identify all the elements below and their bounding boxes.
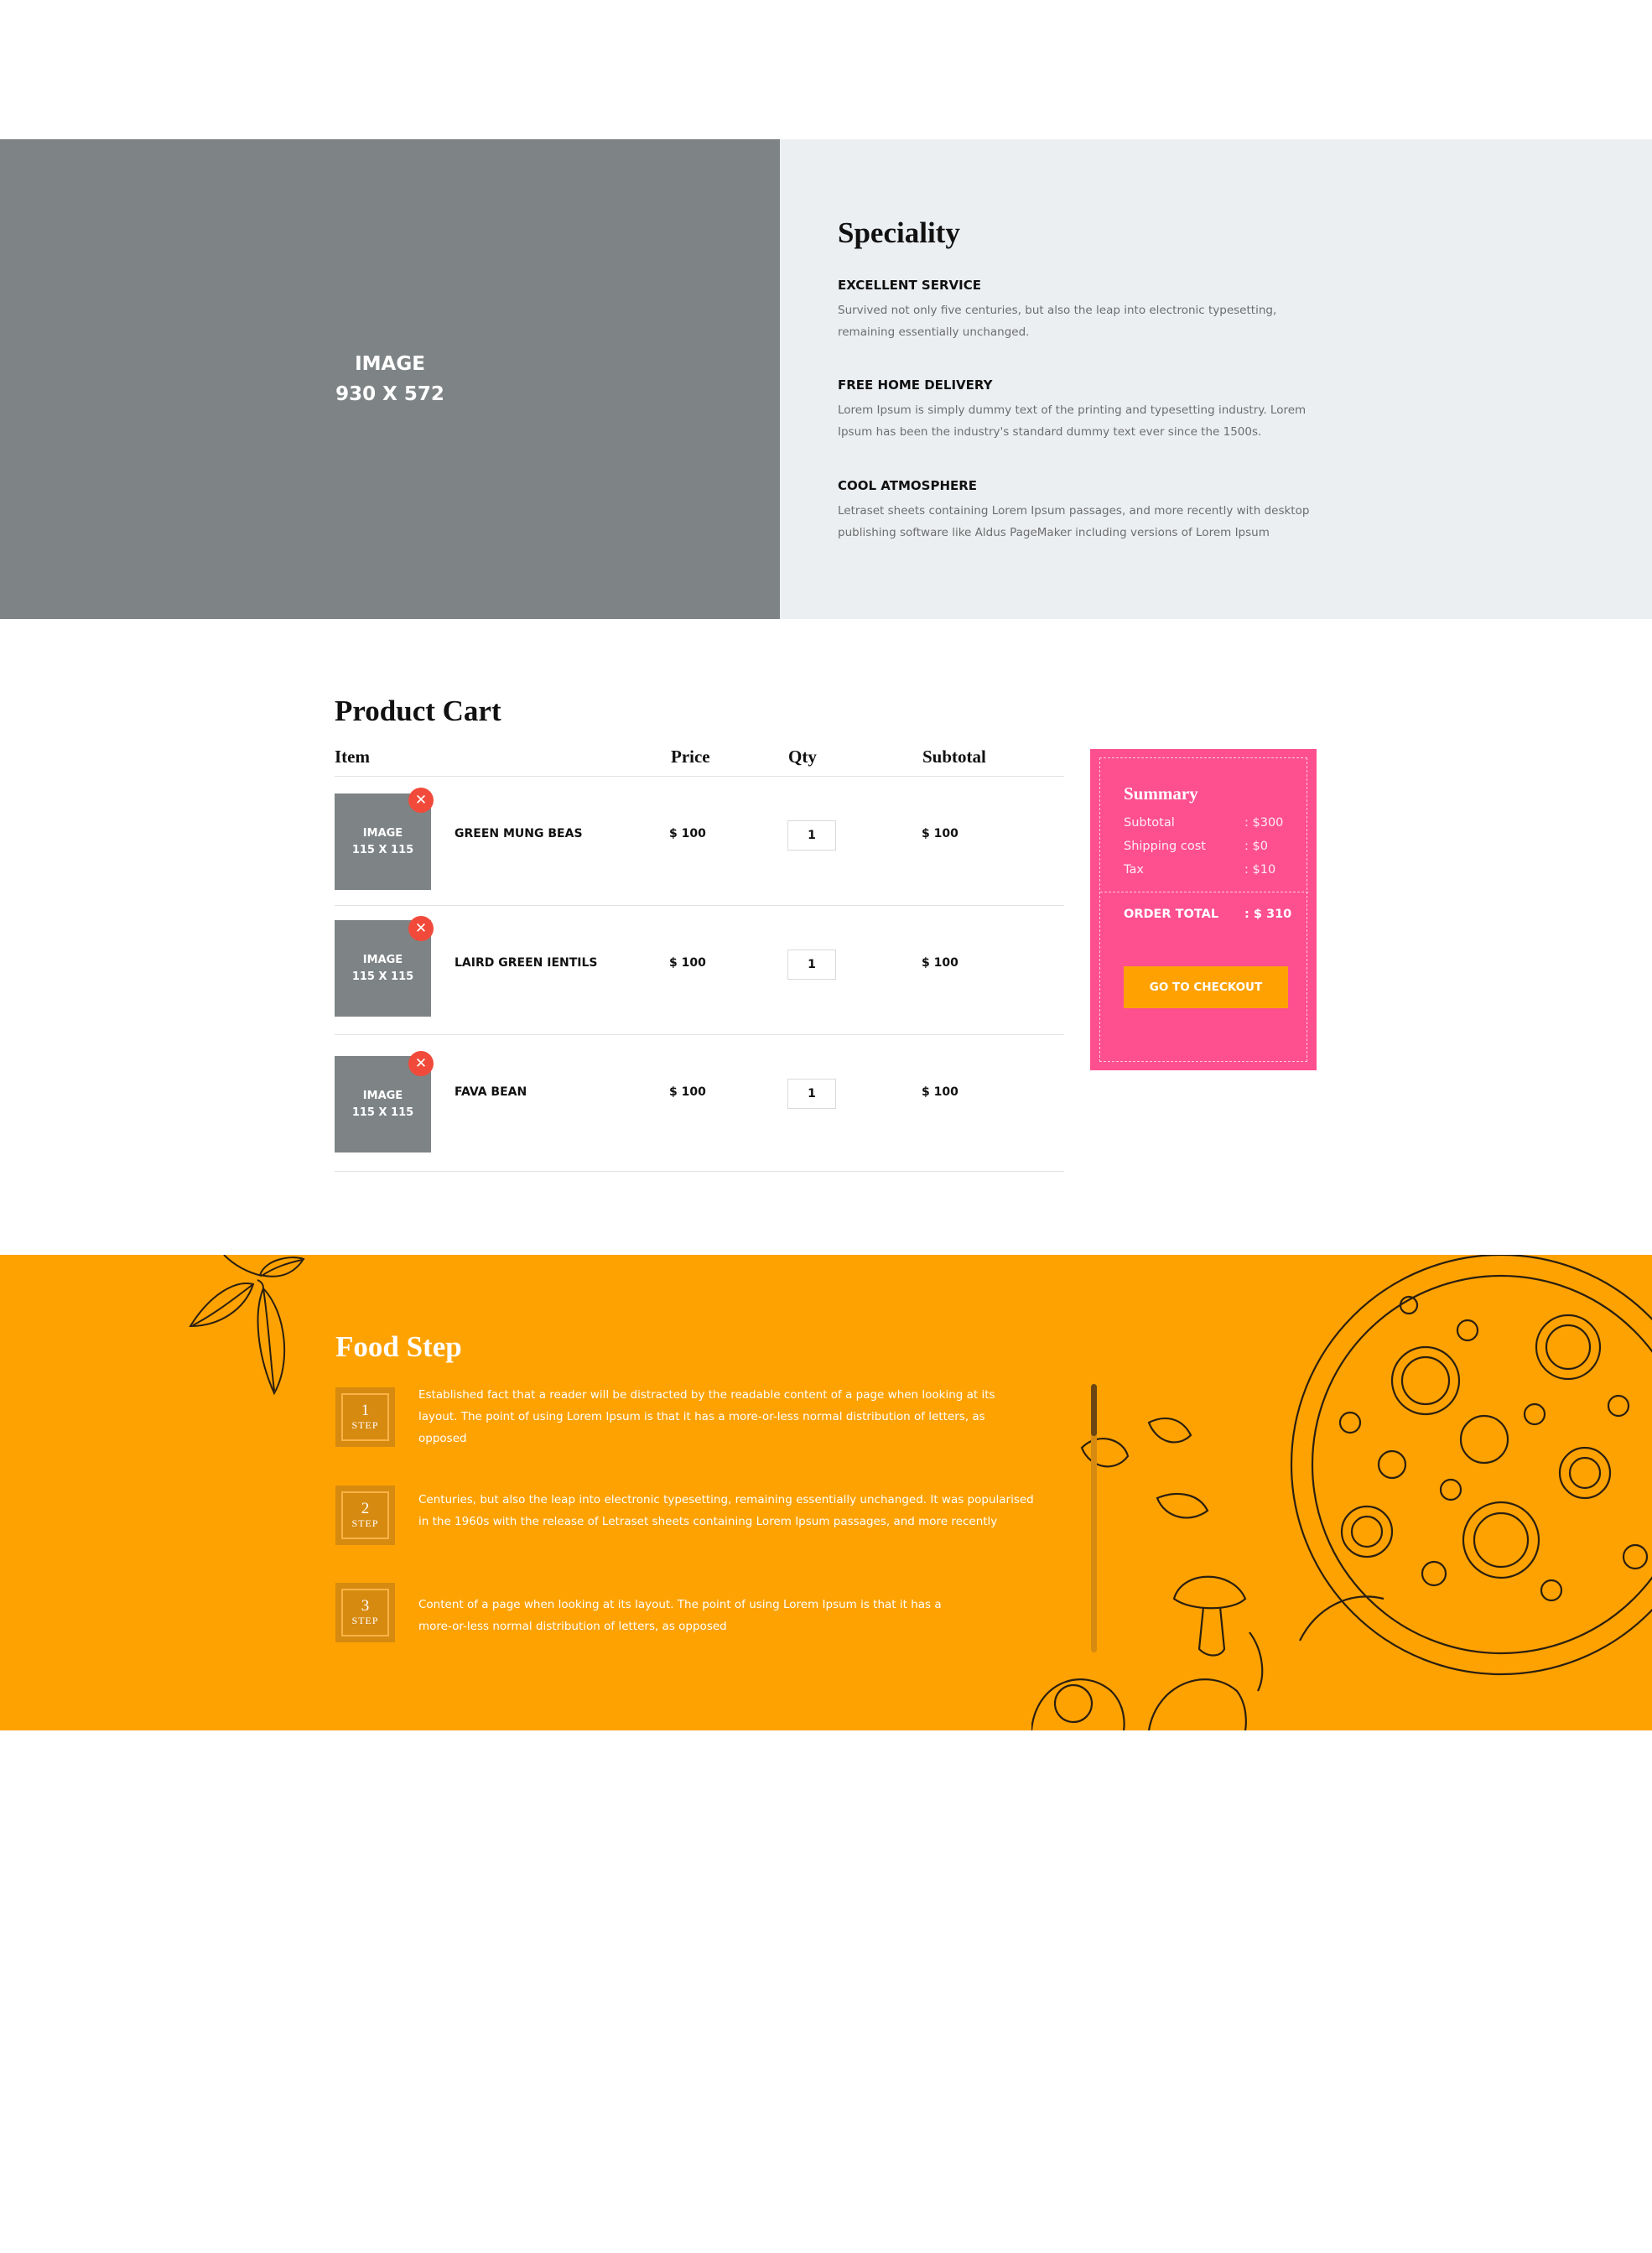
step-description: Established fact that a reader will be d… — [418, 1388, 995, 1445]
column-header-subtotal: Subtotal — [922, 747, 986, 767]
order-total-value: : $ 310 — [1244, 908, 1292, 921]
quantity-input[interactable] — [787, 950, 836, 980]
header-divider — [335, 776, 1064, 777]
summary-title: Summary — [1124, 783, 1198, 804]
product-price: $ 100 — [669, 827, 706, 840]
remove-item-icon[interactable]: ✕ — [408, 788, 434, 813]
step-badge: 2 STEP — [335, 1486, 395, 1545]
step-description: Content of a page when looking at its la… — [418, 1598, 942, 1633]
product-price: $ 100 — [669, 956, 706, 970]
speciality-title: Speciality — [838, 216, 960, 249]
product-subtotal: $ 100 — [922, 956, 958, 970]
order-total-label: ORDER TOTAL — [1124, 908, 1219, 921]
feature-text: Letraset sheets containing Lorem Ipsum p… — [838, 504, 1310, 539]
product-subtotal: $ 100 — [922, 827, 958, 840]
feature-heading: FREE HOME DELIVERY — [838, 377, 993, 393]
summary-value: : $300 — [1244, 816, 1284, 830]
row-divider — [335, 1034, 1064, 1035]
remove-item-icon[interactable]: ✕ — [408, 916, 434, 941]
column-header-price: Price — [671, 747, 710, 767]
placeholder-label: IMAGE — [355, 353, 425, 375]
step-badge: 1 STEP — [335, 1387, 395, 1447]
step-label: STEP — [351, 1419, 379, 1431]
pizza-illustration-icon — [1031, 1255, 1652, 1730]
summary-label: Tax — [1124, 863, 1144, 877]
step-number: 2 — [361, 1500, 370, 1517]
cart-title: Product Cart — [335, 695, 501, 727]
step-badge: 3 STEP — [335, 1583, 395, 1642]
remove-item-icon[interactable]: ✕ — [408, 1051, 434, 1076]
step-label: STEP — [351, 1517, 379, 1529]
step-label: STEP — [351, 1615, 379, 1626]
feature-text: Survived not only five centuries, but al… — [838, 304, 1277, 339]
column-header-item: Item — [335, 747, 370, 767]
speciality-image-placeholder: IMAGE 930 X 572 — [0, 139, 780, 619]
product-name: FAVA BEAN — [455, 1085, 527, 1099]
summary-label: Shipping cost — [1124, 840, 1206, 853]
row-divider — [335, 905, 1064, 906]
feature-heading: COOL ATMOSPHERE — [838, 478, 978, 493]
column-header-qty: Qty — [788, 747, 817, 767]
quantity-input[interactable] — [787, 1079, 836, 1109]
product-name: GREEN MUNG BEAS — [455, 827, 583, 840]
step-description: Centuries, but also the leap into electr… — [418, 1493, 1034, 1528]
step-number: 3 — [361, 1597, 370, 1615]
placeholder-size: 930 X 572 — [335, 383, 444, 405]
cart-row: IMAGE115 X 115 ✕ FAVA BEAN $ 100 $ 100 — [335, 1038, 1064, 1164]
scrollbar-thumb[interactable] — [1091, 1384, 1097, 1436]
summary-value: : $0 — [1244, 840, 1268, 853]
feature-text: Lorem Ipsum is simply dummy text of the … — [838, 403, 1307, 439]
row-divider — [335, 1171, 1064, 1172]
order-summary: Summary Subtotal : $300 Shipping cost : … — [1090, 749, 1317, 1070]
product-subtotal: $ 100 — [922, 1085, 958, 1099]
summary-label: Subtotal — [1124, 816, 1175, 830]
quantity-input[interactable] — [787, 820, 836, 851]
product-price: $ 100 — [669, 1085, 706, 1099]
leaf-illustration-icon — [189, 1255, 305, 1396]
cart-row: IMAGE115 X 115 ✕ GREEN MUNG BEAS $ 100 $… — [335, 780, 1064, 906]
checkout-button[interactable]: GO TO CHECKOUT — [1124, 966, 1288, 1008]
step-number: 1 — [361, 1402, 370, 1419]
cart-row: IMAGE 115 X 115 ✕ LAIRD GREEN IENTILS $ 1… — [335, 909, 1064, 1035]
food-step-title: Food Step — [335, 1330, 462, 1363]
product-name: LAIRD GREEN IENTILS — [455, 956, 598, 970]
summary-value: : $10 — [1244, 863, 1276, 877]
feature-heading: EXCELLENT SERVICE — [838, 278, 981, 293]
